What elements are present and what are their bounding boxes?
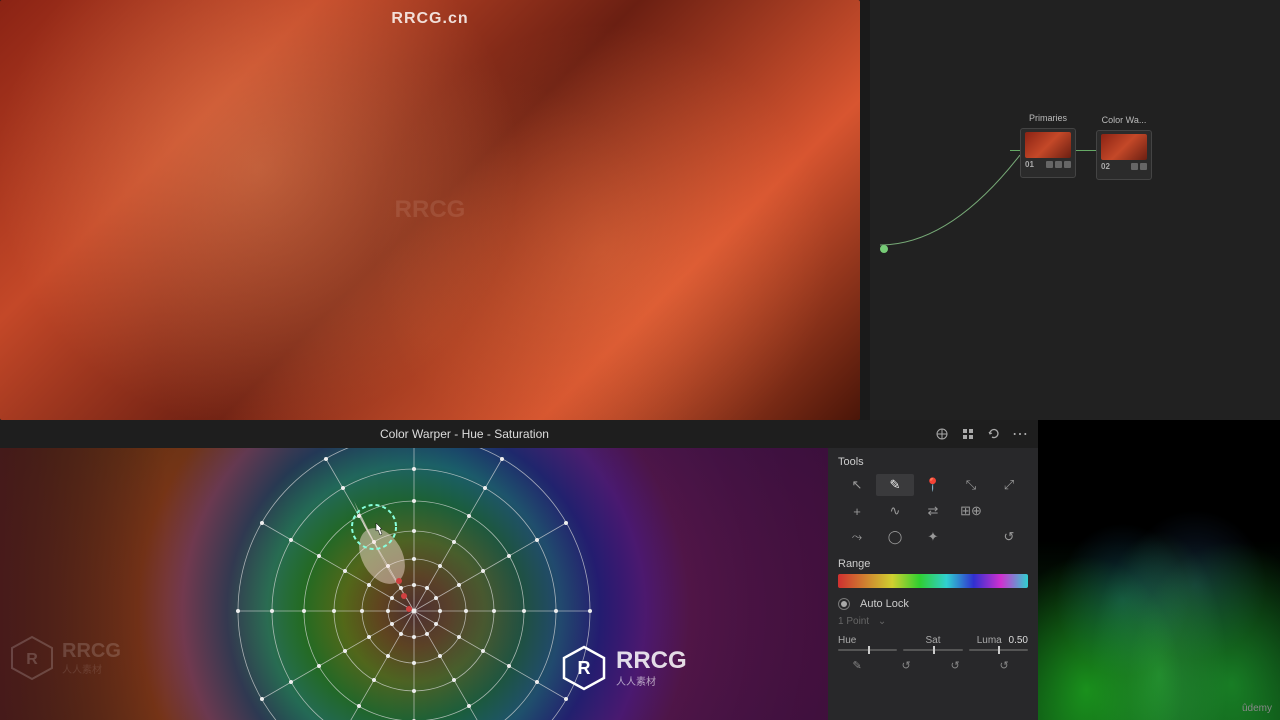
hue-label: Hue — [838, 635, 901, 646]
node-thumbnail — [1025, 132, 1071, 158]
rrcg-watermark-center: R RRCG 人人素材 — [560, 644, 687, 692]
reset-icon[interactable] — [986, 426, 1002, 442]
watermark-center: RRCG — [395, 196, 466, 224]
reset-hue-icon[interactable]: ↺ — [902, 659, 916, 673]
luma-slider[interactable] — [969, 649, 1028, 651]
rrcg-logo-icon: R — [560, 644, 608, 692]
node-number: 01 — [1025, 160, 1034, 169]
luma-label: Luma — [977, 635, 1002, 646]
node-badges — [1131, 163, 1147, 170]
watermark-top: RRCG.cn — [391, 10, 468, 28]
node-color-warper[interactable]: Color Wa... 02 — [1096, 130, 1152, 180]
node-connector — [1010, 150, 1020, 151]
node-graph[interactable]: Primaries 01 Color Wa... 02 — [870, 0, 1280, 420]
reset-luma-icon[interactable]: ↺ — [1000, 659, 1014, 673]
convert-icon[interactable]: ✦ — [914, 526, 952, 548]
hue-slider[interactable] — [838, 649, 897, 651]
vectorscope-icon[interactable] — [934, 426, 950, 442]
rrcg-brand: RRCG — [616, 649, 687, 673]
node-connector — [1076, 150, 1096, 151]
rrcg-sub: 人人素材 — [62, 661, 121, 676]
hue-saturation-grid[interactable] — [0, 448, 828, 720]
rrcg-brand: RRCG — [62, 641, 121, 661]
sat-label: Sat — [901, 635, 964, 646]
range-spectrum[interactable] — [838, 574, 1028, 588]
increase-resolution-icon[interactable]: ⊞⊕ — [952, 500, 990, 522]
chevron-down-icon[interactable]: ⌄ — [878, 616, 886, 627]
tools-title: Tools — [838, 456, 1028, 468]
warper-mesh[interactable] — [234, 448, 594, 720]
blank-tool — [990, 500, 1028, 522]
panel-header: Color Warper - Hue - Saturation ⋯ — [0, 420, 1038, 448]
expand-tool-icon[interactable]: ⤢ — [990, 474, 1028, 496]
autolock-label: Auto Lock — [860, 598, 909, 610]
svg-text:R: R — [26, 651, 38, 668]
waveform-scope — [1038, 420, 1280, 720]
node-thumbnail — [1101, 134, 1147, 160]
pin-tool-icon[interactable]: 📍 — [914, 474, 952, 496]
select-tool-icon[interactable]: ↖ — [838, 474, 876, 496]
eyedropper-icon[interactable]: ✎ — [853, 659, 867, 673]
grid-icon[interactable] — [960, 426, 976, 442]
color-warper-panel: Color Warper - Hue - Saturation ⋯ — [0, 420, 1038, 720]
select-ring-icon[interactable]: ◯ — [876, 526, 914, 548]
reset-tool-icon[interactable]: ↺ — [990, 526, 1028, 548]
graph-input-dot[interactable] — [880, 245, 888, 253]
rrcg-sub: 人人素材 — [616, 673, 687, 688]
swap-icon[interactable]: ⇄ — [914, 500, 952, 522]
select-row-icon[interactable]: ⤳ — [838, 526, 876, 548]
node-connection-curve — [880, 150, 1020, 250]
node-label: Primaries — [1021, 113, 1075, 123]
reset-sat-icon[interactable]: ↺ — [951, 659, 965, 673]
add-point-icon[interactable]: + — [838, 500, 876, 522]
node-label: Color Wa... — [1097, 115, 1151, 125]
node-number: 02 — [1101, 162, 1110, 171]
panel-title: Color Warper - Hue - Saturation — [380, 427, 549, 441]
tools-sidebar: Tools ↖ ✎ 📍 ⤡ ⤢ + ∿ ⇄ ⊞⊕ ⤳ ◯ ✦ ↺ Range A — [828, 448, 1038, 720]
scopes-panel: ûdemy — [1038, 420, 1280, 720]
node-primaries[interactable]: Primaries 01 — [1020, 128, 1076, 178]
preview-viewer: RRCG.cn RRCG — [0, 0, 860, 420]
draw-tool-icon[interactable]: ✎ — [876, 474, 914, 496]
contract-tool-icon[interactable]: ⤡ — [952, 474, 990, 496]
svg-text:R: R — [578, 658, 591, 678]
sat-slider[interactable] — [903, 649, 962, 651]
udemy-watermark: ûdemy — [1242, 703, 1272, 714]
autolock-radio[interactable] — [838, 598, 850, 610]
rrcg-watermark-left: R RRCG 人人素材 — [8, 634, 121, 682]
smooth-icon[interactable]: ∿ — [876, 500, 914, 522]
range-title: Range — [838, 558, 1028, 570]
point-count-dropdown[interactable]: 1 Point — [838, 616, 869, 627]
blank-tool — [952, 526, 990, 548]
rrcg-logo-icon: R — [8, 634, 56, 682]
luma-value: 0.50 — [1009, 635, 1028, 646]
node-badges — [1046, 161, 1071, 168]
more-icon[interactable]: ⋯ — [1012, 426, 1028, 442]
